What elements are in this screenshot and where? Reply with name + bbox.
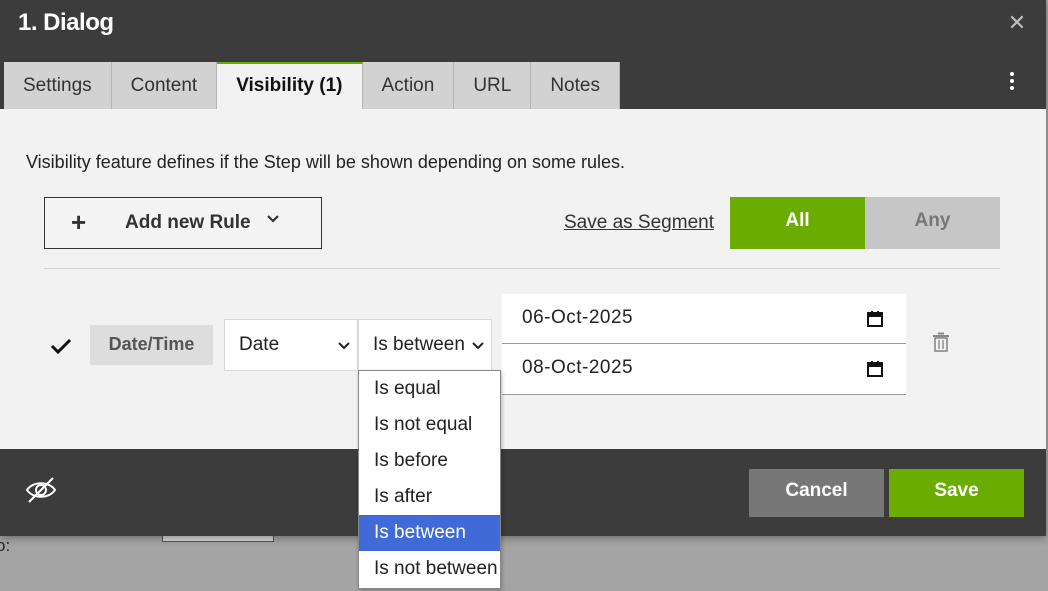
chevron-down-icon bbox=[472, 342, 484, 350]
rule-type-badge: Date/Time bbox=[90, 325, 213, 365]
plus-icon: + bbox=[71, 207, 87, 237]
close-icon[interactable]: ✕ bbox=[1006, 12, 1028, 34]
rule-operator-select[interactable]: Is between bbox=[358, 319, 492, 371]
date-to-value: 08-Oct-2025 bbox=[522, 357, 634, 378]
date-from-value: 06-Oct-2025 bbox=[522, 307, 634, 328]
dropdown-option-is-not-equal[interactable]: Is not equal bbox=[359, 407, 500, 443]
match-all-button[interactable]: All bbox=[730, 197, 865, 249]
chevron-down-icon bbox=[267, 215, 279, 223]
date-to-input[interactable]: 08-Oct-2025 bbox=[502, 344, 906, 394]
dropdown-option-is-between[interactable]: Is between bbox=[359, 515, 500, 551]
visibility-description: Visibility feature defines if the Step w… bbox=[26, 152, 626, 172]
trash-icon[interactable] bbox=[932, 332, 950, 352]
rule-field-select[interactable]: Date bbox=[224, 319, 358, 371]
cancel-button[interactable]: Cancel bbox=[749, 469, 884, 517]
calendar-icon[interactable] bbox=[866, 360, 884, 378]
dropdown-option-is-after[interactable]: Is after bbox=[359, 479, 500, 515]
tab-action[interactable]: Action bbox=[362, 62, 455, 109]
tab-bar: Settings Content Visibility (1) Action U… bbox=[4, 62, 620, 109]
kebab-menu-icon[interactable] bbox=[1001, 70, 1023, 92]
background-field-label: o: bbox=[0, 536, 11, 555]
match-any-button[interactable]: Any bbox=[865, 197, 1000, 249]
dialog-title: 1. Dialog bbox=[18, 9, 114, 36]
tab-settings[interactable]: Settings bbox=[4, 62, 112, 109]
save-as-segment-link[interactable]: Save as Segment bbox=[564, 212, 714, 234]
dialog: 1. Dialog ✕ Settings Content Visibility … bbox=[0, 0, 1046, 536]
dropdown-option-is-before[interactable]: Is before bbox=[359, 443, 500, 479]
tab-visibility[interactable]: Visibility (1) bbox=[217, 62, 363, 109]
rule-field-value: Date bbox=[239, 334, 280, 355]
operator-dropdown: Is equal Is not equal Is before Is after… bbox=[358, 370, 501, 589]
dropdown-option-is-not-between[interactable]: Is not between bbox=[359, 551, 500, 587]
save-button[interactable]: Save bbox=[889, 469, 1024, 517]
dropdown-option-is-equal[interactable]: Is equal bbox=[359, 371, 500, 407]
divider bbox=[44, 268, 1000, 269]
add-rule-label: Add new Rule bbox=[125, 212, 251, 233]
dialog-header: 1. Dialog ✕ Settings Content Visibility … bbox=[0, 0, 1046, 109]
eye-off-icon[interactable] bbox=[24, 475, 58, 505]
checkmark-icon[interactable] bbox=[50, 337, 72, 355]
add-rule-button[interactable]: + Add new Rule bbox=[44, 197, 322, 249]
rule-operator-value: Is between bbox=[373, 334, 465, 355]
chevron-down-icon bbox=[338, 342, 350, 350]
calendar-icon[interactable] bbox=[866, 310, 884, 328]
date-range-inputs: 06-Oct-2025 08-Oct-2025 bbox=[502, 294, 906, 395]
tab-content[interactable]: Content bbox=[111, 62, 218, 109]
tab-url[interactable]: URL bbox=[454, 62, 532, 109]
tab-notes[interactable]: Notes bbox=[531, 62, 620, 109]
date-from-input[interactable]: 06-Oct-2025 bbox=[502, 294, 906, 344]
